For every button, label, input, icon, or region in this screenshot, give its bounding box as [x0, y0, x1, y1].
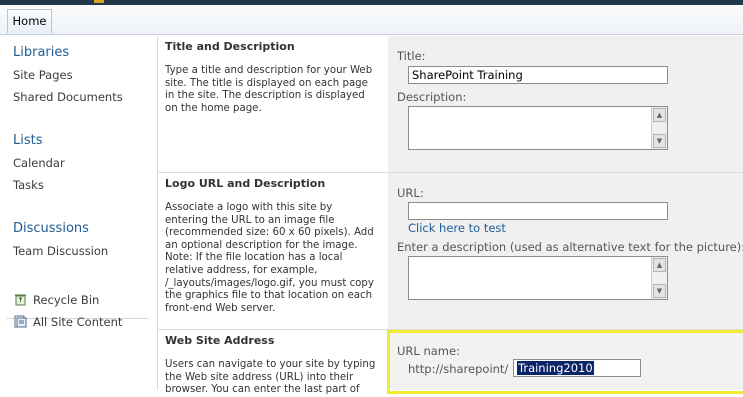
section-description: Users can navigate to your site by typin…	[165, 359, 376, 396]
description-textarea[interactable]: ▲ ▼	[408, 106, 668, 150]
logo-url-input[interactable]	[408, 202, 668, 220]
section-heading: Title and Description	[165, 40, 295, 53]
scroll-down-icon[interactable]: ▼	[653, 134, 666, 148]
scroll-up-icon[interactable]: ▲	[653, 108, 666, 122]
description-scrollbar[interactable]: ▲ ▼	[651, 107, 667, 149]
url-name-input[interactable]: Training2010	[513, 359, 641, 377]
nav-item-recycle-bin[interactable]: Recycle Bin	[33, 293, 99, 307]
url-name-label: URL name:	[397, 344, 460, 358]
scroll-up-icon[interactable]: ▲	[653, 258, 666, 272]
nav-item-tasks[interactable]: Tasks	[13, 178, 44, 192]
section-info-panel: Web Site Address Users can navigate to y…	[158, 330, 388, 395]
section-input-panel: URL: Click here to test Enter a descript…	[388, 173, 743, 329]
section-logo: Logo URL and Description Associate a log…	[158, 173, 743, 329]
nav-item-calendar[interactable]: Calendar	[13, 156, 65, 170]
nav-heading-libraries[interactable]: Libraries	[13, 45, 69, 60]
tab-home[interactable]: Home	[7, 9, 52, 33]
section-heading: Logo URL and Description	[165, 177, 326, 190]
section-title-description: Title and Description Type a title and d…	[158, 36, 743, 172]
logo-description-textarea[interactable]: ▲ ▼	[408, 256, 668, 300]
title-label: Title:	[397, 49, 426, 63]
section-info-panel: Logo URL and Description Associate a log…	[158, 173, 388, 329]
title-input[interactable]: SharePoint Training	[408, 66, 668, 84]
site-actions-icon[interactable]	[94, 0, 104, 3]
description-label: Description:	[397, 90, 467, 104]
scroll-down-icon[interactable]: ▼	[653, 284, 666, 298]
section-web-address: Web Site Address Users can navigate to y…	[158, 330, 743, 395]
url-prefix: http://sharepoint/	[408, 362, 509, 376]
section-description: Associate a logo with this site by enter…	[165, 202, 374, 314]
section-input-panel: URL name: http://sharepoint/ Training201…	[387, 330, 743, 394]
logo-description-label: Enter a description (used as alternative…	[397, 240, 743, 254]
logo-description-scrollbar[interactable]: ▲ ▼	[651, 257, 667, 299]
all-site-content-icon	[14, 315, 27, 328]
ribbon-tabstrip: Home	[0, 5, 743, 35]
section-description: Type a title and description for your We…	[165, 65, 373, 114]
nav-heading-lists[interactable]: Lists	[13, 133, 43, 148]
url-name-selected-text: Training2010	[517, 361, 594, 375]
nav-item-all-site-content[interactable]: All Site Content	[33, 315, 122, 329]
recycle-bin-icon	[15, 294, 26, 306]
section-info-panel: Title and Description Type a title and d…	[158, 36, 388, 172]
logo-url-label: URL:	[397, 186, 424, 200]
nav-item-team-discussion[interactable]: Team Discussion	[13, 244, 108, 258]
section-heading: Web Site Address	[165, 334, 275, 347]
nav-item-site-pages[interactable]: Site Pages	[13, 68, 73, 82]
nav-heading-discussions[interactable]: Discussions	[13, 221, 89, 236]
nav-item-shared-documents[interactable]: Shared Documents	[13, 90, 123, 104]
section-input-panel: Title: SharePoint Training Description: …	[388, 36, 743, 172]
left-navigation: Libraries Site Pages Shared Documents Li…	[0, 36, 157, 390]
test-url-link[interactable]: Click here to test	[408, 221, 506, 235]
